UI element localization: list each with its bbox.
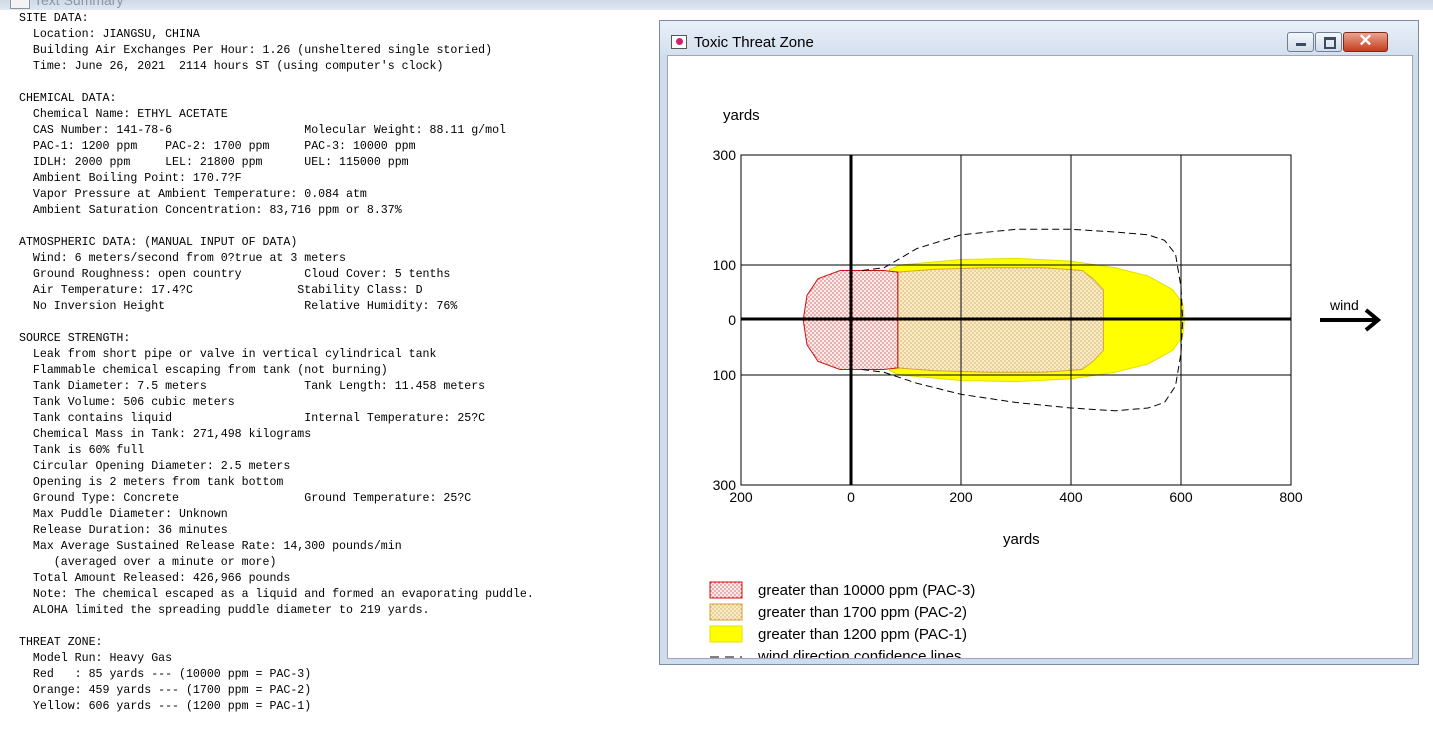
y-tick-label: 300	[713, 147, 737, 163]
window-title: Toxic Threat Zone	[694, 34, 814, 51]
legend-swatch-dotted-red	[709, 581, 743, 599]
window-titlebar[interactable]: Toxic Threat Zone ✕	[660, 21, 1418, 55]
text-summary-title: Text Summary	[34, 0, 124, 8]
legend-item: greater than 1200 ppm (PAC-1)	[709, 625, 967, 643]
minimize-button[interactable]	[1287, 32, 1314, 52]
y-tick-label: 0	[728, 312, 736, 328]
legend-swatch-solid-yellow	[709, 625, 743, 643]
x-tick-label: 800	[1279, 489, 1303, 505]
x-tick-label: 600	[1169, 489, 1193, 505]
legend-item: greater than 10000 ppm (PAC-3)	[709, 581, 975, 599]
close-button[interactable]: ✕	[1343, 31, 1388, 52]
x-tick-label: 200	[949, 489, 973, 505]
wind-label: wind	[1329, 297, 1359, 313]
legend-item: wind direction confidence lines	[710, 648, 961, 665]
x-tick-label: 200	[729, 489, 753, 505]
text-summary-content: SITE DATA: Location: JIANGSU, CHINA Buil…	[19, 12, 534, 713]
toxic-threat-zone-window: Toxic Threat Zone ✕ yards yards 300 100 …	[659, 20, 1419, 665]
y-axis-label: yards	[723, 107, 760, 124]
legend-label: greater than 1700 ppm (PAC-2)	[758, 604, 967, 621]
document-icon	[10, 0, 30, 9]
legend: greater than 10000 ppm (PAC-3) greater th…	[709, 581, 975, 665]
x-tick-label: 0	[847, 489, 855, 505]
text-summary-titlebar[interactable]: Text Summary	[0, 0, 1433, 10]
legend-label: wind direction confidence lines	[757, 648, 961, 658]
x-tick-label: 400	[1059, 489, 1083, 505]
y-tick-label: 100	[713, 367, 737, 383]
legend-label: greater than 10000 ppm (PAC-3)	[758, 582, 975, 599]
threat-zone-chart: yards yards 3001000100300 200 0 200 400 600 8…	[709, 107, 1382, 665]
x-axis-label: yards	[1003, 531, 1040, 548]
threat-zone-plot-area: yards yards 300 100 0 100 300 200 0 200 400 600 8…	[667, 55, 1413, 665]
legend-label: greater than 1200 ppm (PAC-1)	[758, 626, 967, 643]
y-tick-label: 100	[713, 257, 737, 273]
wind-arrow-icon	[1320, 308, 1382, 332]
maximize-button[interactable]	[1315, 32, 1342, 52]
legend-swatch-dotted-orange	[709, 603, 743, 621]
aloha-app-icon[interactable]	[671, 35, 687, 49]
legend-item: greater than 1700 ppm (PAC-2)	[709, 603, 967, 621]
close-icon: ✕	[1358, 31, 1373, 50]
